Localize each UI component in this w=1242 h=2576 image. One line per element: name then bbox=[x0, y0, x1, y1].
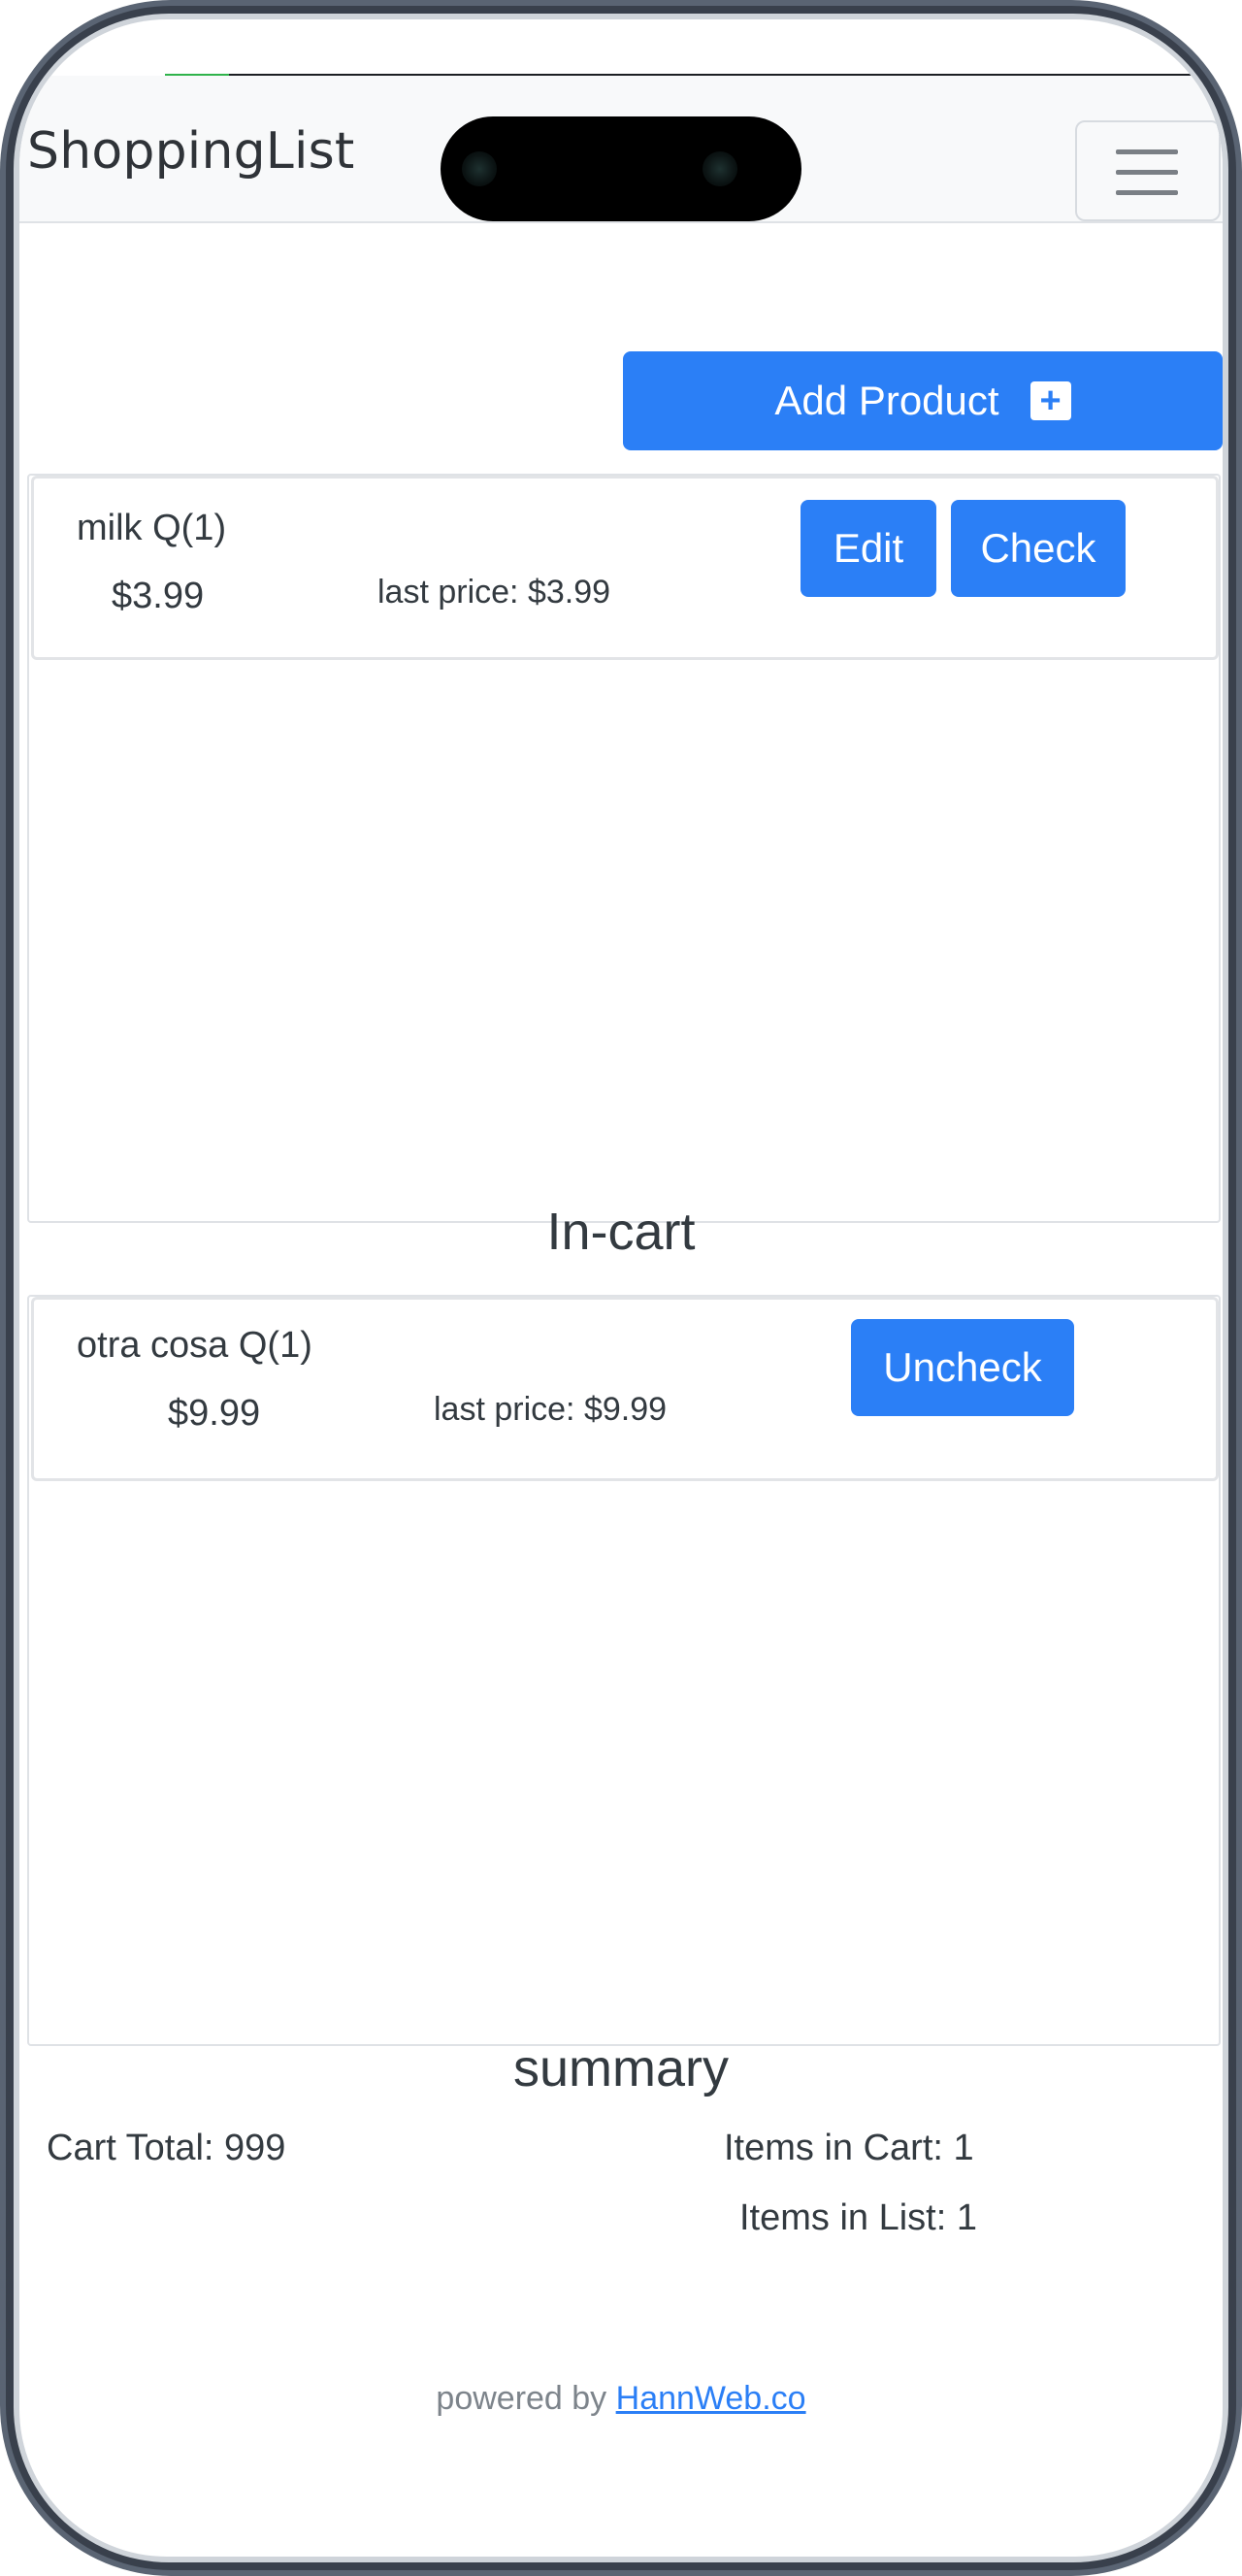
item-price: $3.99 bbox=[112, 576, 205, 616]
phone-screen: ShoppingList Add Product + milk Q(1) $3.… bbox=[19, 19, 1223, 2557]
menu-toggle-button[interactable] bbox=[1075, 120, 1221, 221]
cart-item-name: otra cosa Q(1) bbox=[77, 1325, 312, 1366]
cart-item-last-price: last price: $9.99 bbox=[434, 1391, 668, 1428]
sensor-lens-icon bbox=[703, 151, 737, 186]
check-button-label: Check bbox=[980, 525, 1096, 571]
edit-button[interactable]: Edit bbox=[801, 500, 936, 597]
add-product-label: Add Product bbox=[774, 378, 999, 423]
dynamic-island bbox=[441, 116, 801, 221]
in-cart-heading: In-cart bbox=[546, 1203, 696, 1261]
item-last-price: last price: $3.99 bbox=[377, 574, 611, 611]
powered-by-text: powered by bbox=[436, 2380, 607, 2417]
shopping-list-panel: milk Q(1) $3.99 last price: $3.99 Edit C… bbox=[27, 474, 1221, 1223]
cart-item-price: $9.99 bbox=[168, 1393, 261, 1434]
summary-heading: summary bbox=[512, 2039, 729, 2097]
uncheck-button-label: Uncheck bbox=[883, 1344, 1042, 1390]
items-in-list: Items in List: 1 bbox=[739, 2197, 977, 2238]
cart-total: Cart Total: 999 bbox=[47, 2128, 286, 2168]
camera-lens-icon bbox=[462, 151, 497, 186]
hannweb-link[interactable]: HannWeb.co bbox=[616, 2380, 806, 2417]
in-cart-panel: otra cosa Q(1) $9.99 last price: $9.99 U… bbox=[27, 1295, 1221, 2046]
cart-item: otra cosa Q(1) $9.99 last price: $9.99 U… bbox=[31, 1297, 1219, 1481]
navbar: ShoppingList bbox=[19, 76, 1223, 223]
check-button[interactable]: Check bbox=[951, 500, 1126, 597]
phone-frame: ShoppingList Add Product + milk Q(1) $3.… bbox=[0, 0, 1242, 2576]
brand-title[interactable]: ShoppingList bbox=[27, 122, 355, 181]
add-product-button[interactable]: Add Product + bbox=[623, 351, 1223, 450]
list-item: milk Q(1) $3.99 last price: $3.99 Edit C… bbox=[31, 476, 1219, 660]
items-in-cart: Items in Cart: 1 bbox=[724, 2128, 974, 2168]
footer: powered by HannWeb.co bbox=[19, 2380, 1223, 2418]
uncheck-button[interactable]: Uncheck bbox=[851, 1319, 1074, 1416]
edit-button-label: Edit bbox=[833, 525, 904, 571]
item-name: milk Q(1) bbox=[77, 508, 227, 548]
plus-square-icon: + bbox=[1030, 381, 1071, 420]
